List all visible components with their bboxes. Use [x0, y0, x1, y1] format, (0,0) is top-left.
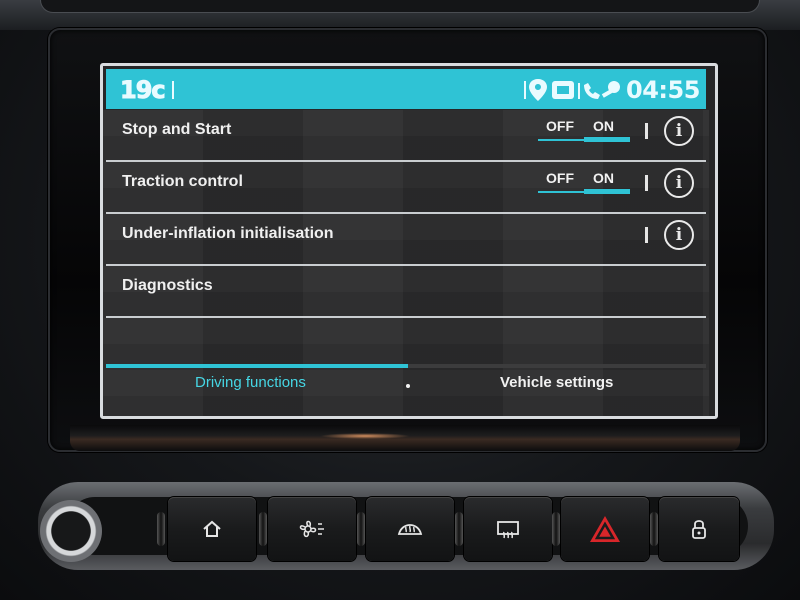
button-divider: [157, 512, 165, 546]
status-icons: [529, 79, 620, 101]
status-bar: 19c 04:55: [106, 69, 706, 109]
infotainment-screen: 19c 04:55 Stop and Start OFF ON i Tracti…: [100, 63, 718, 419]
button-divider: [455, 512, 463, 546]
setting-label: Stop and Start: [122, 121, 232, 138]
home-icon: [203, 520, 221, 537]
active-tab-indicator: [106, 364, 408, 368]
key-icon: [601, 81, 620, 98]
toggle-active-indicator: [584, 137, 630, 142]
rear-defrost-button[interactable]: [464, 497, 552, 561]
dashboard-top: [0, 0, 800, 30]
setting-label: Traction control: [122, 173, 243, 190]
front-defrost-button[interactable]: [366, 497, 454, 561]
tab-vehicle-settings[interactable]: Vehicle settings: [500, 374, 613, 391]
central-lock-button[interactable]: [659, 497, 739, 561]
toggle-off-label: OFF: [546, 118, 574, 134]
setting-label: Under-inflation initialisation: [122, 225, 334, 242]
volume-knob[interactable]: [40, 500, 102, 562]
outside-temperature: 19c: [120, 76, 167, 105]
setting-row-stop-and-start[interactable]: Stop and Start OFF ON i: [106, 109, 706, 162]
button-divider: [552, 512, 560, 546]
rear-defrost-icon: [497, 521, 519, 539]
ambient-light-reflection: [320, 433, 410, 439]
row-separator: [645, 175, 648, 191]
tab-driving-functions[interactable]: Driving functions: [195, 374, 306, 391]
status-separator: [578, 83, 580, 99]
tab-separator-dot: [406, 384, 410, 388]
hazard-button[interactable]: [561, 497, 649, 561]
home-button[interactable]: [168, 497, 256, 561]
traction-control-toggle[interactable]: OFF ON: [538, 167, 632, 197]
row-separator: [645, 123, 648, 139]
lock-icon: [692, 520, 706, 539]
button-divider: [650, 512, 658, 546]
button-divider: [259, 512, 267, 546]
hazard-icon: [590, 516, 620, 542]
toggle-off-label: OFF: [546, 170, 574, 186]
location-icon: [529, 79, 547, 101]
media-icon: [552, 81, 574, 99]
setting-row-under-inflation[interactable]: Under-inflation initialisation i: [106, 213, 706, 266]
phone-icon: [584, 83, 600, 99]
stop-start-toggle[interactable]: OFF ON: [538, 115, 632, 145]
clock: 04:55: [626, 76, 700, 104]
climate-fan-button[interactable]: [268, 497, 356, 561]
button-divider: [357, 512, 365, 546]
toggle-active-indicator: [584, 189, 630, 194]
fan-icon: [299, 520, 324, 538]
row-separator: [645, 227, 648, 243]
tab-indicator-strip: [106, 364, 706, 368]
toggle-on-label: ON: [593, 170, 614, 186]
info-icon[interactable]: i: [664, 220, 694, 250]
info-icon[interactable]: i: [664, 168, 694, 198]
setting-label: Diagnostics: [122, 277, 213, 294]
setting-row-diagnostics[interactable]: Diagnostics: [106, 265, 706, 318]
setting-row-traction-control[interactable]: Traction control OFF ON i: [106, 161, 706, 214]
info-icon[interactable]: i: [664, 116, 694, 146]
front-defrost-icon: [397, 524, 423, 535]
toggle-on-label: ON: [593, 118, 614, 134]
status-separator: [172, 81, 174, 99]
